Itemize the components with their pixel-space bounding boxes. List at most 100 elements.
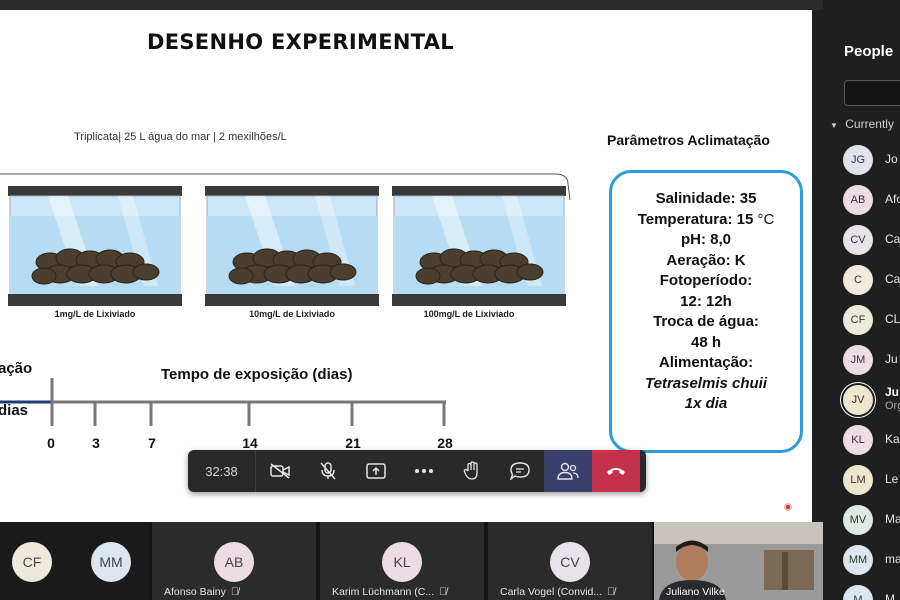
participant-name: ma: [885, 552, 900, 566]
participant-row[interactable]: AB Afo: [843, 185, 900, 215]
timeline-tick: 0: [47, 435, 55, 451]
participant-name: Le: [885, 472, 899, 486]
mic-toggle-button[interactable]: [304, 450, 352, 492]
avatar: KL: [843, 425, 873, 455]
aquarium-tank-1: [8, 186, 182, 306]
participant-strip: CF MM AB Afonso Bainy 🎙̸ KL Karim Lüchman…: [0, 522, 823, 600]
share-screen-button[interactable]: [352, 450, 400, 492]
participants-button[interactable]: [544, 450, 592, 492]
raise-hand-icon: [463, 461, 478, 480]
caret-down-icon: ▼: [830, 121, 838, 130]
participant-row[interactable]: LM Le: [843, 465, 900, 495]
aquarium-tank-3: [392, 186, 566, 306]
hang-up-button[interactable]: [592, 450, 640, 492]
param-feeding-label: Alimentação:: [658, 354, 754, 371]
params-box: Salinidade: 35 Temperatura: 15 °C pH: 8,…: [609, 170, 803, 453]
participant-row[interactable]: MM: [843, 585, 900, 600]
participant-row[interactable]: CV Ca: [843, 225, 900, 255]
slide-subtitle: Triplicata| 25 L água do mar | 2 mexilhõ…: [74, 131, 287, 143]
param-ph: pH: 8,0: [680, 231, 731, 248]
participant-name: Ju: [885, 352, 898, 366]
participant-row[interactable]: JM Ju: [843, 345, 900, 375]
avatar: KL: [382, 542, 422, 582]
avatar: JM: [843, 345, 873, 375]
participant-name: Karim Lüchmann (C... 🎙̸: [332, 586, 447, 598]
participant-name: Afo: [885, 192, 900, 206]
window-top-bar: [0, 0, 900, 10]
participant-tile[interactable]: AB Afonso Bainy 🎙̸: [152, 522, 316, 600]
mic-off-icon: [320, 462, 336, 480]
participant-video-tile[interactable]: Juliano Vilke: [654, 522, 823, 600]
avatar: CF: [843, 305, 873, 335]
participant-tile[interactable]: CF MM: [0, 522, 150, 600]
participant-name: Ca: [885, 232, 900, 246]
shared-slide: DESENHO EXPERIMENTAL Triplicata| 25 L ág…: [0, 10, 812, 522]
people-panel-title: People: [844, 43, 894, 60]
participant-tile[interactable]: CV Carla Vogel (Convid... 🎙̸: [488, 522, 652, 600]
avatar: C: [843, 265, 873, 295]
params-title: Parâmetros Aclimatação: [607, 132, 770, 148]
people-icon: [557, 462, 579, 480]
tank-label: 10mg/L de Lixiviado: [249, 309, 335, 319]
chat-button[interactable]: [496, 450, 544, 492]
participant-name: Afonso Bainy 🎙̸: [164, 586, 239, 598]
participant-row[interactable]: KL Ka: [843, 425, 900, 455]
timeline-tick: 21: [345, 435, 361, 451]
people-search-input[interactable]: [844, 80, 900, 106]
laser-pointer-icon: [784, 503, 792, 511]
participant-row[interactable]: C Ca: [843, 265, 900, 295]
participant-tile[interactable]: KL Karim Lüchmann (C... 🎙̸: [320, 522, 484, 600]
more-actions-button[interactable]: [400, 450, 448, 492]
call-timer: 32:38: [188, 450, 256, 492]
participant-name: M: [885, 592, 895, 600]
participant-row[interactable]: JV JuOrg: [843, 385, 900, 415]
mic-off-icon: 🎙̸: [439, 586, 447, 598]
avatar: JV: [843, 385, 873, 415]
participant-name: Ca: [885, 272, 900, 286]
participant-name: Ma: [885, 512, 900, 526]
mic-off-icon: 🎙̸: [230, 586, 239, 598]
timeline-axis: [0, 378, 446, 426]
more-icon: [415, 469, 433, 473]
share-screen-icon: [366, 463, 386, 479]
param-aeration: Aeração: K: [666, 251, 746, 269]
param-feeding-frequency: 1x dia: [684, 395, 728, 412]
param-photoperiod-label: Fotoperíodo:: [659, 272, 753, 289]
currently-in-meeting-header[interactable]: ▼ Currently: [830, 117, 894, 131]
avatar: AB: [843, 185, 873, 215]
people-panel: People ▼ Currently JG Jo AB Afo CV Ca C Ca CF CL J…: [823, 0, 900, 600]
camera-off-icon: [270, 463, 290, 479]
param-photoperiod-value: 12: 12h: [680, 292, 732, 310]
mic-off-icon: 🎙̸: [607, 586, 616, 598]
participant-row[interactable]: MM ma: [843, 545, 900, 575]
camera-toggle-button[interactable]: [256, 450, 304, 492]
avatar: JG: [843, 145, 873, 175]
param-salinity: Salinidade: 35: [655, 190, 757, 207]
param-feeding-species: Tetraselmis chuii: [645, 374, 767, 392]
avatar: AB: [214, 542, 254, 582]
call-toolbar: 32:38: [188, 450, 646, 492]
timeline-tick: 28: [437, 435, 453, 451]
avatar: CV: [550, 542, 590, 582]
tank-label: 100mg/L de Lixiviado: [423, 309, 515, 319]
avatar: CF: [12, 542, 52, 582]
timeline-tick: 14: [242, 435, 258, 451]
avatar: MM: [843, 545, 873, 575]
tank-label: 1mg/L de Lixiviado: [54, 309, 136, 319]
avatar: LM: [843, 465, 873, 495]
avatar: M: [843, 585, 873, 600]
participant-name: Jo: [885, 152, 898, 166]
participant-row[interactable]: JG Jo: [843, 145, 900, 175]
timeline-tick: 3: [92, 435, 100, 451]
param-water-exchange-label: Troca de água:: [653, 313, 759, 330]
hang-up-icon: [607, 468, 625, 475]
raise-hand-button[interactable]: [448, 450, 496, 492]
param-water-exchange-value: 48 h: [690, 333, 721, 351]
participant-name: Ju: [885, 385, 900, 399]
avatar: MM: [91, 542, 131, 582]
participant-name: Ka: [885, 432, 900, 446]
participant-name: CL: [885, 312, 900, 326]
participant-row[interactable]: MV Ma: [843, 505, 900, 535]
participant-row[interactable]: CF CL: [843, 305, 900, 335]
avatar: MV: [843, 505, 873, 535]
